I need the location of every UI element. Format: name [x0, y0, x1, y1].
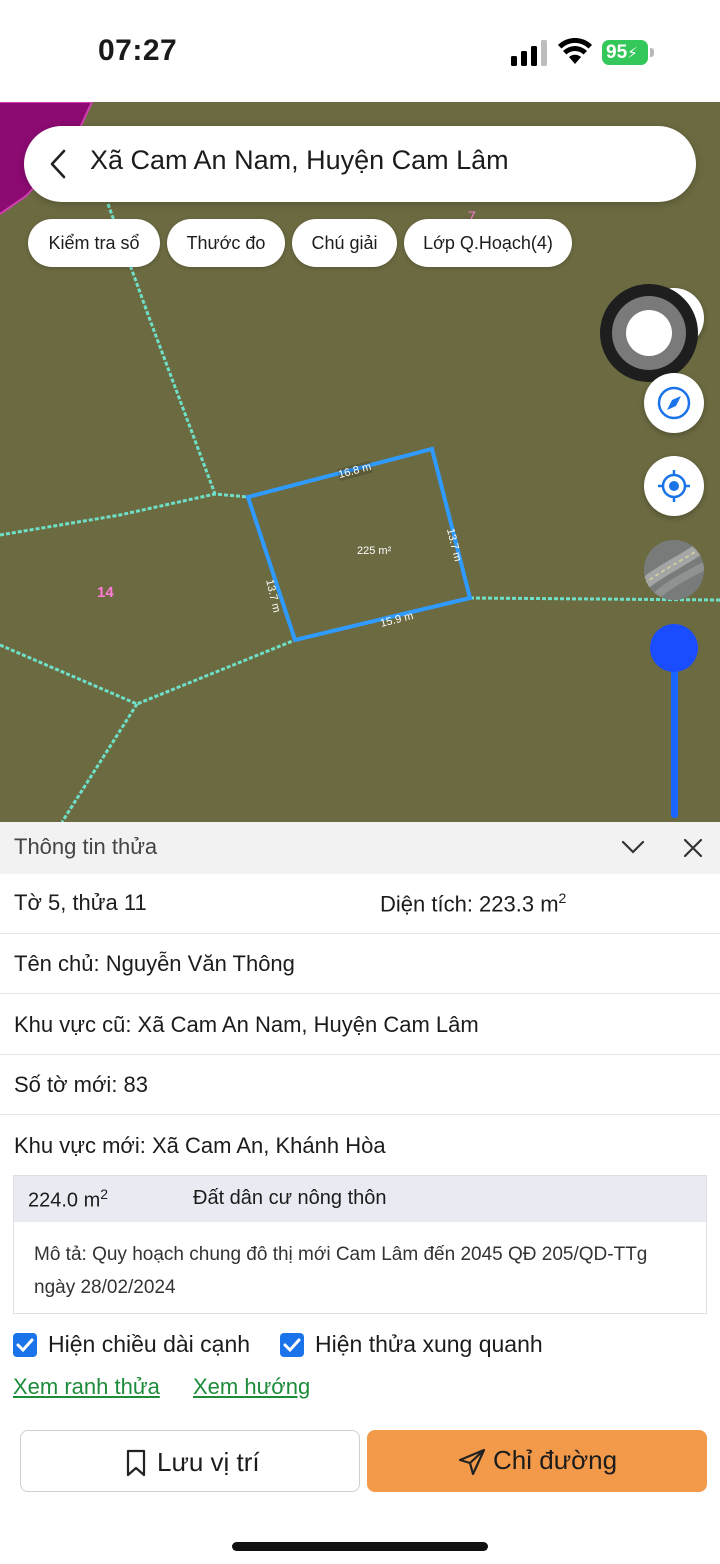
bookmark-icon	[126, 1449, 146, 1477]
planning-area: 224.0 m2	[28, 1186, 108, 1213]
home-indicator[interactable]	[232, 1542, 488, 1551]
label-show-edges[interactable]: Hiện chiều dài cạnh	[48, 1331, 250, 1358]
chip-check-book[interactable]: Kiểm tra sổ	[28, 219, 160, 267]
directions-button[interactable]: Chỉ đường	[367, 1430, 707, 1492]
save-location-button[interactable]: Lưu vị trí	[20, 1430, 360, 1492]
planning-description: Mô tả: Quy hoạch chung đô thị mới Cam Lâ…	[34, 1244, 648, 1298]
chevron-down-icon[interactable]	[620, 836, 646, 858]
checkmark-icon	[16, 1338, 34, 1353]
parcel-area-label: 225 m²	[357, 545, 392, 557]
planning-area-unit-exp: 2	[100, 1186, 109, 1202]
satellite-layer-icon[interactable]	[644, 540, 704, 600]
map-view[interactable]: 16.8 m 13.7 m 15.9 m 13.7 m 225 m² 14 7	[0, 102, 720, 822]
land-use-type: Đất dân cư nông thôn	[193, 1187, 387, 1209]
sheet-parcel: Tờ 5, thửa 11	[14, 890, 147, 915]
map-canvas[interactable]	[0, 102, 720, 822]
neighbor-parcel-label: 14	[97, 584, 114, 601]
row-sheet-parcel: Tờ 5, thửa 11 Diện tích: 223.3 m2	[0, 874, 720, 934]
checkmark-icon	[283, 1338, 301, 1353]
back-icon[interactable]	[46, 148, 70, 180]
opacity-slider-track[interactable]	[671, 660, 678, 818]
send-icon	[458, 1448, 486, 1476]
locate-button[interactable]	[644, 456, 704, 516]
signal-icon	[511, 40, 547, 66]
compass-icon	[657, 386, 691, 420]
row-new-region: Khu vực mới: Xã Cam An, Khánh Hòa	[0, 1115, 720, 1175]
record-core	[626, 310, 672, 356]
old-region: Khu vực cũ: Xã Cam An Nam, Huyện Cam Lâm	[14, 1012, 479, 1037]
owner-name: Tên chủ: Nguyễn Văn Thông	[14, 951, 295, 976]
battery-level: 95	[606, 42, 628, 63]
link-view-boundary[interactable]: Xem ranh thửa	[13, 1374, 160, 1400]
directions-label: Chỉ đường	[493, 1445, 618, 1475]
link-view-direction[interactable]: Xem hướng	[193, 1374, 310, 1400]
row-old-region: Khu vực cũ: Xã Cam An Nam, Huyện Cam Lâm	[0, 995, 720, 1055]
new-region: Khu vực mới: Xã Cam An, Khánh Hòa	[14, 1133, 386, 1158]
panel-title: Thông tin thửa	[14, 834, 158, 859]
parcel-area-value: Diện tích: 223.3 m	[380, 891, 559, 917]
save-location-label: Lưu vị trí	[157, 1447, 260, 1477]
search-title[interactable]: Xã Cam An Nam, Huyện Cam Lâm	[90, 145, 509, 176]
opacity-slider-handle[interactable]	[650, 624, 698, 672]
chip-ruler[interactable]: Thước đo	[167, 219, 285, 267]
chip-planning-layer[interactable]: Lớp Q.Hoạch(4)	[404, 219, 572, 267]
chip-legend[interactable]: Chú giải	[292, 219, 397, 267]
status-time: 07:27	[98, 34, 178, 67]
new-sheet: Số tờ mới: 83	[14, 1072, 149, 1097]
compass-button[interactable]	[644, 373, 704, 433]
status-bar: 07:27 95⚡	[0, 0, 720, 102]
checkbox-show-edges[interactable]	[13, 1333, 37, 1357]
battery-icon: 95⚡	[602, 40, 648, 65]
checkbox-show-neighbors[interactable]	[280, 1333, 304, 1357]
wifi-icon	[558, 38, 592, 64]
close-icon[interactable]	[682, 837, 704, 859]
label-show-neighbors[interactable]: Hiện thửa xung quanh	[315, 1331, 543, 1358]
row-owner: Tên chủ: Nguyễn Văn Thông	[0, 934, 720, 994]
battery-cap	[650, 48, 654, 57]
locate-icon	[658, 470, 690, 502]
parcel-area: Diện tích: 223.3 m2	[380, 890, 566, 917]
row-new-sheet: Số tờ mới: 83	[0, 1055, 720, 1115]
planning-area-value: 224.0 m	[28, 1189, 101, 1212]
parcel-area-unit-exp: 2	[558, 890, 567, 906]
